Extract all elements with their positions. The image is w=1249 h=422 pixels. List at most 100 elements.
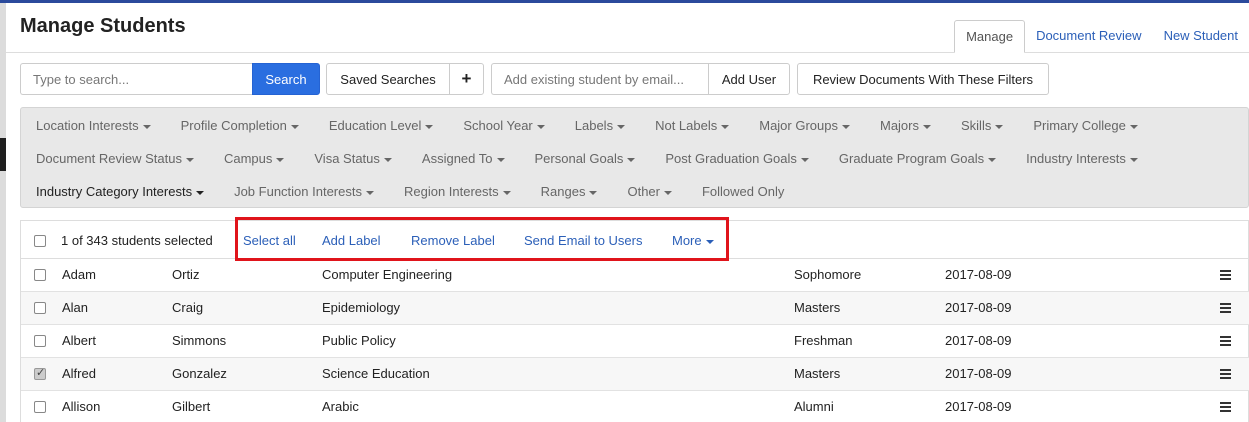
tab-document-review[interactable]: Document Review [1025, 20, 1153, 53]
hamburger-menu-icon[interactable] [1220, 270, 1231, 280]
caret-down-icon [383, 157, 392, 162]
filter-profile-completion[interactable]: Profile Completion [181, 118, 299, 133]
filter-school-year[interactable]: School Year [463, 118, 545, 133]
date: 2017-08-09 [945, 300, 1012, 315]
filter-label: Visa Status [314, 151, 380, 166]
tab-new-student[interactable]: New Student [1153, 20, 1249, 53]
caret-down-icon [617, 124, 626, 129]
caret-down-icon [721, 124, 730, 129]
school-year: Masters [794, 300, 841, 315]
select-all-link[interactable]: Select all [243, 233, 296, 248]
add-label-link[interactable]: Add Label [322, 233, 381, 248]
date: 2017-08-09 [945, 366, 1012, 381]
school-year: Sophomore [794, 267, 862, 282]
filter-label: Education Level [328, 118, 422, 133]
filter-graduate-program-goals[interactable]: Graduate Program Goals [838, 151, 997, 166]
filter-not-labels[interactable]: Not Labels [655, 118, 730, 133]
add-saved-search-button[interactable]: + [449, 63, 484, 95]
filter-other[interactable]: Other [627, 184, 672, 199]
review-documents-button[interactable]: Review Documents With These Filters [797, 63, 1049, 95]
more-label: More [672, 233, 702, 248]
last-name: Gilbert [172, 399, 211, 414]
filter-document-review-status[interactable]: Document Review Status [36, 151, 194, 166]
filter-primary-college[interactable]: Primary College [1033, 118, 1138, 133]
filter-campus[interactable]: Campus [223, 151, 285, 166]
filter-label: Skills [961, 118, 992, 133]
filter-personal-goals[interactable]: Personal Goals [535, 151, 636, 166]
add-student-email-input[interactable] [491, 63, 709, 95]
date: 2017-08-09 [945, 399, 1012, 414]
filter-label: Other [627, 184, 660, 199]
caret-down-icon [800, 157, 809, 162]
more-dropdown[interactable]: More [672, 233, 714, 248]
caret-down-icon [425, 124, 434, 129]
major: Epidemiology [322, 300, 401, 315]
first-name: Alan [62, 300, 89, 315]
filter-assigned-to[interactable]: Assigned To [422, 151, 505, 166]
filter-label: Graduate Program Goals [838, 151, 985, 166]
selection-count: 1 of 343 students selected [61, 233, 213, 248]
main-panel: Manage Students Manage Document Review N… [6, 3, 1249, 422]
filter-job-function-interests[interactable]: Job Function Interests [234, 184, 374, 199]
row-checkbox[interactable] [34, 366, 46, 380]
filter-post-graduation-goals[interactable]: Post Graduation Goals [665, 151, 809, 166]
filter-followed-only[interactable]: Followed Only [702, 184, 784, 199]
search-input[interactable] [20, 63, 252, 95]
filter-label: Labels [574, 118, 614, 133]
tab-manage[interactable]: Manage [954, 20, 1026, 53]
filter-row: Industry Category Interests Job Function… [21, 175, 814, 208]
major: Public Policy [322, 333, 396, 348]
hamburger-menu-icon[interactable] [1220, 336, 1231, 346]
toolbar: Search Saved Searches + Add User Review … [20, 63, 1249, 95]
caret-down-icon [496, 157, 505, 162]
filter-major-groups[interactable]: Major Groups [759, 118, 850, 133]
filter-industry-interests[interactable]: Industry Interests [1026, 151, 1138, 166]
tab-bar: Manage Document Review New Student [954, 20, 1249, 53]
hamburger-menu-icon[interactable] [1220, 369, 1231, 379]
caret-down-icon [663, 190, 672, 195]
hamburger-menu-icon[interactable] [1220, 402, 1231, 412]
row-checkbox[interactable] [34, 335, 46, 347]
filter-skills[interactable]: Skills [961, 118, 1004, 133]
row-checkbox[interactable] [34, 269, 46, 281]
caret-down-icon [142, 124, 151, 129]
send-email-link[interactable]: Send Email to Users [524, 233, 643, 248]
row-checkbox[interactable] [34, 401, 46, 413]
filter-label: Assigned To [421, 151, 493, 166]
filter-industry-category-interests[interactable]: Industry Category Interests [36, 184, 205, 199]
filter-label: Industry Interests [1026, 151, 1126, 166]
select-all-checkbox[interactable] [34, 235, 46, 247]
filter-labels[interactable]: Labels [574, 118, 626, 133]
caret-down-icon [1129, 157, 1138, 162]
row-checkbox[interactable] [34, 302, 46, 314]
filter-location-interests[interactable]: Location Interests [36, 118, 151, 133]
caret-down-icon [589, 190, 598, 195]
filter-ranges[interactable]: Ranges [541, 184, 598, 199]
table-row: Allison Gilbert Arabic Alumni 2017-08-09 [21, 391, 1249, 422]
students-table: 1 of 343 students selected Select all Ad… [20, 217, 1249, 422]
major: Science Education [322, 366, 430, 381]
filter-label: Majors [879, 118, 919, 133]
saved-searches-button[interactable]: Saved Searches [326, 63, 450, 95]
remove-label-link[interactable]: Remove Label [411, 233, 495, 248]
school-year: Alumni [794, 399, 834, 414]
filter-label: Campus [223, 151, 273, 166]
filter-education-level[interactable]: Education Level [329, 118, 434, 133]
filter-label: Job Function Interests [234, 184, 362, 199]
search-button[interactable]: Search [252, 63, 320, 95]
caret-down-icon [185, 157, 194, 162]
filter-label: Post Graduation Goals [665, 151, 797, 166]
filter-region-interests[interactable]: Region Interests [404, 184, 511, 199]
hamburger-menu-icon[interactable] [1220, 303, 1231, 313]
page-title: Manage Students [20, 15, 186, 37]
filter-majors[interactable]: Majors [880, 118, 931, 133]
filter-visa-status[interactable]: Visa Status [314, 151, 392, 166]
caret-down-icon [705, 239, 714, 244]
filter-panel: Location Interests Profile Completion Ed… [20, 107, 1249, 208]
first-name: Alfred [62, 366, 96, 381]
school-year: Freshman [794, 333, 853, 348]
caret-down-icon [1129, 124, 1138, 129]
filter-label: Not Labels [655, 118, 718, 133]
add-user-button[interactable]: Add User [708, 63, 790, 95]
filter-label: School Year [463, 118, 533, 133]
